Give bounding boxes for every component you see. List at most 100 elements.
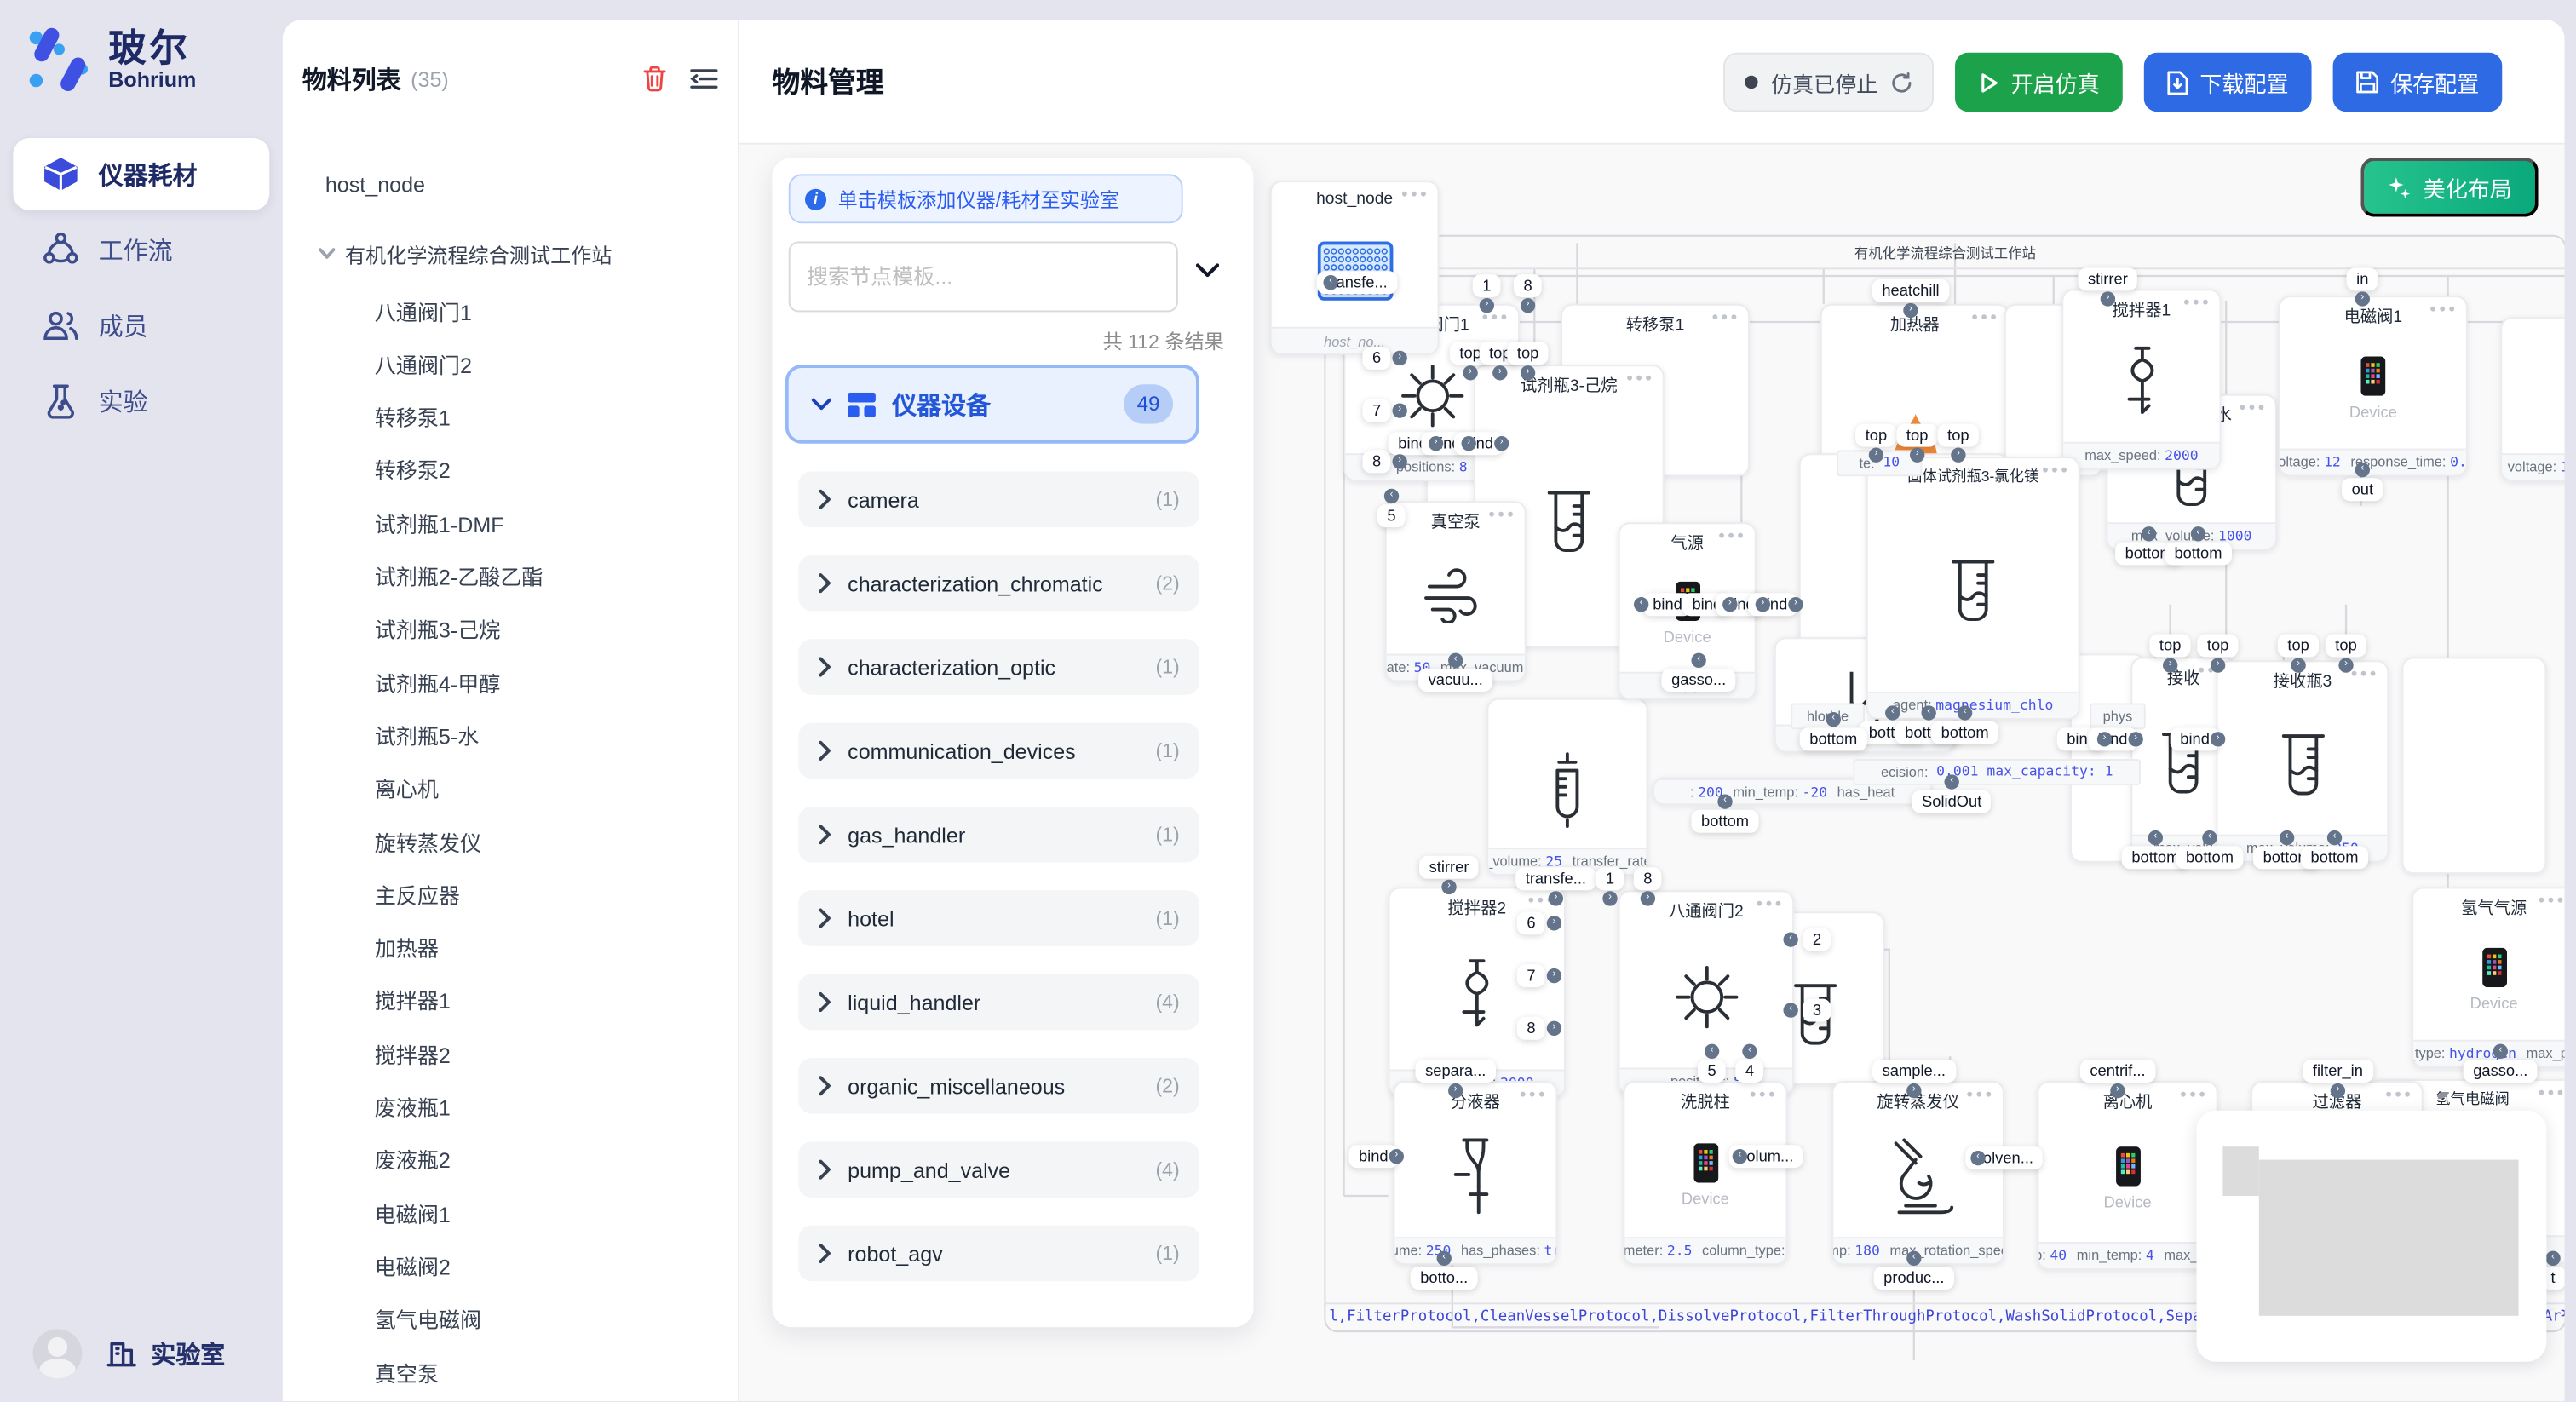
port-dot[interactable]: › <box>1602 891 1617 905</box>
tree-item-废液瓶1[interactable]: 废液瓶1 <box>283 1082 738 1131</box>
template-category-robot_agv[interactable]: robot_agv(1) <box>798 1226 1199 1282</box>
port-label-1[interactable]: 1 <box>1473 274 1501 297</box>
port-dot[interactable]: › <box>1448 1083 1463 1098</box>
port-label-bottom[interactable]: bottom <box>1800 727 1867 750</box>
port-label-top[interactable]: top <box>2197 634 2239 657</box>
node-menu-icon[interactable]: ●●● <box>1481 312 1509 324</box>
port-label-SolidOut[interactable]: SolidOut <box>1912 790 1991 813</box>
port-dot[interactable]: › <box>1910 448 1924 463</box>
node-menu-icon[interactable]: ●●● <box>2350 669 2378 681</box>
port-label-8[interactable]: 8 <box>1362 450 1390 473</box>
graph-node-partial[interactable] <box>2402 657 2547 874</box>
node-menu-icon[interactable]: ●●● <box>1488 509 1516 521</box>
node-menu-icon[interactable]: ●●● <box>2239 403 2267 415</box>
port-dot[interactable]: › <box>1429 436 1443 451</box>
port-dot[interactable]: › <box>1547 968 1561 983</box>
port-label-7[interactable]: 7 <box>1517 964 1545 987</box>
tree-item-八通阀门1[interactable]: 八通阀门1 <box>283 286 738 336</box>
port-label-top[interactable]: top <box>1855 424 1897 447</box>
port-label-top[interactable]: top <box>1896 424 1938 447</box>
port-label-stirrer[interactable]: stirrer <box>2078 267 2137 290</box>
chevron-down-icon[interactable] <box>1196 263 1219 278</box>
port-dot[interactable]: › <box>1441 880 1456 894</box>
port-dot[interactable]: › <box>1480 298 1494 313</box>
port-label-produc...[interactable]: produc... <box>1874 1267 1954 1290</box>
port-label-top[interactable]: top <box>2278 634 2320 657</box>
template-category-pump_and_valve[interactable]: pump_and_valve(4) <box>798 1141 1199 1198</box>
port-label-6[interactable]: 6 <box>1362 347 1390 370</box>
port-dot[interactable]: › <box>1392 403 1406 417</box>
port-dot[interactable]: ‹ <box>1958 705 1972 720</box>
port-dot[interactable]: › <box>2331 1083 2345 1098</box>
refresh-icon[interactable] <box>1891 72 1912 93</box>
port-label-3[interactable]: 3 <box>1803 999 1831 1022</box>
port-label-separa...[interactable]: separa... <box>1416 1060 1496 1083</box>
port-label-bottom[interactable]: bottom <box>1931 721 1998 744</box>
search-input[interactable] <box>789 242 1178 313</box>
port-dot[interactable]: › <box>1722 597 1737 612</box>
port-dot[interactable]: ‹ <box>1705 1044 1719 1059</box>
port-dot[interactable]: ‹ <box>2327 830 2342 845</box>
tree-item-加热器[interactable]: 加热器 <box>283 922 738 972</box>
tree-item-离心机[interactable]: 离心机 <box>283 763 738 813</box>
port-label-filter_in[interactable]: filter_in <box>2303 1060 2372 1083</box>
tree-item-搅拌器1[interactable]: 搅拌器1 <box>283 975 738 1025</box>
tree-item-转移泵2[interactable]: 转移泵2 <box>283 445 738 494</box>
port-label-top[interactable]: top <box>1938 424 1980 447</box>
template-category-communication_devices[interactable]: communication_devices(1) <box>798 723 1199 779</box>
graph-node-电磁阀1[interactable]: 电磁阀1●●●Devicevoltage: 12response_time: 0… <box>2279 296 2468 476</box>
category-instruments[interactable]: 仪器设备 49 <box>785 365 1199 444</box>
port-dot[interactable]: › <box>2211 658 2225 672</box>
node-menu-icon[interactable]: ●●● <box>1966 1089 1994 1101</box>
node-menu-icon[interactable]: ●●● <box>1718 531 1746 543</box>
graph-node-分液器[interactable]: 分液器●●●volume: 250has_phases: true <box>1393 1081 1557 1265</box>
graph-node-洗脱柱[interactable]: 洗脱柱●●●Devicediameter: 2.5column_type: si <box>1623 1081 1787 1265</box>
port-dot[interactable]: › <box>1521 365 1535 380</box>
graph-node-离心机[interactable]: 离心机●●●Devicep: 40min_temp: 4max_spe <box>2037 1081 2217 1270</box>
port-dot[interactable]: › <box>2355 291 2370 306</box>
collapse-list-icon[interactable] <box>690 67 718 90</box>
save-config-button[interactable]: 保存配置 <box>2333 53 2503 112</box>
node-menu-icon[interactable]: ●●● <box>2042 465 2070 477</box>
tree-item-氢气电磁阀[interactable]: 氢气电磁阀 <box>283 1294 738 1343</box>
port-dot[interactable]: ‹ <box>1448 653 1463 668</box>
port-dot[interactable]: › <box>2163 658 2177 672</box>
port-label-sample...[interactable]: sample... <box>1872 1060 1955 1083</box>
template-category-characterization_optic[interactable]: characterization_optic(1) <box>798 639 1199 695</box>
port-label-5[interactable]: 5 <box>1377 504 1406 527</box>
template-category-characterization_chromatic[interactable]: characterization_chromatic(2) <box>798 555 1199 612</box>
tree-item-试剂瓶4-甲醇[interactable]: 试剂瓶4-甲醇 <box>283 658 738 707</box>
simulation-status-pill[interactable]: 仿真已停止 <box>1723 53 1934 112</box>
port-dot[interactable]: › <box>2110 1083 2125 1098</box>
node-menu-icon[interactable]: ●●● <box>1520 1089 1548 1101</box>
port-dot[interactable]: › <box>1494 436 1509 451</box>
port-dot[interactable]: ‹ <box>2148 830 2163 845</box>
port-label-bottom[interactable]: bottom <box>2165 542 2232 565</box>
port-label-out[interactable]: out <box>2342 478 2383 501</box>
template-category-gas_handler[interactable]: gas_handler(1) <box>798 807 1199 863</box>
port-dot[interactable]: › <box>2101 291 2115 306</box>
tree-item-转移泵1[interactable]: 转移泵1 <box>283 392 738 441</box>
template-category-camera[interactable]: camera(1) <box>798 472 1199 528</box>
tree-item-搅拌器2[interactable]: 搅拌器2 <box>283 1029 738 1078</box>
user-avatar[interactable] <box>33 1329 83 1378</box>
port-dot[interactable]: ‹ <box>1970 1151 1985 1165</box>
node-menu-icon[interactable]: ●●● <box>2538 895 2564 907</box>
template-category-liquid_handler[interactable]: liquid_handler(4) <box>798 974 1199 1031</box>
minimap[interactable] <box>2197 1111 2547 1362</box>
port-dot[interactable]: › <box>2338 658 2353 672</box>
port-dot[interactable]: ‹ <box>1634 597 1648 612</box>
tree-item-废液瓶2[interactable]: 废液瓶2 <box>283 1135 738 1184</box>
tree-item-真空泵[interactable]: 真空泵 <box>283 1347 738 1396</box>
port-label-transfe...[interactable]: transfe... <box>1515 867 1596 890</box>
tree-item-有机化学流程综合测试工作站[interactable]: 有机化学流程综合测试工作站 <box>283 228 738 278</box>
port-dot[interactable]: ‹ <box>1733 1149 1747 1164</box>
node-menu-icon[interactable]: ●●● <box>1756 899 1784 911</box>
sidebar-item-3[interactable]: 实验 <box>13 365 269 437</box>
port-label-8[interactable]: 8 <box>1514 274 1542 297</box>
graph-node-partial[interactable]: max_volume: 25transfer_rate: 10 <box>1486 698 1647 876</box>
port-dot[interactable]: › <box>1547 916 1561 930</box>
port-dot[interactable]: ‹ <box>2545 1251 2560 1266</box>
port-dot[interactable]: › <box>1392 351 1406 365</box>
port-label-stirrer[interactable]: stirrer <box>1419 856 1479 879</box>
